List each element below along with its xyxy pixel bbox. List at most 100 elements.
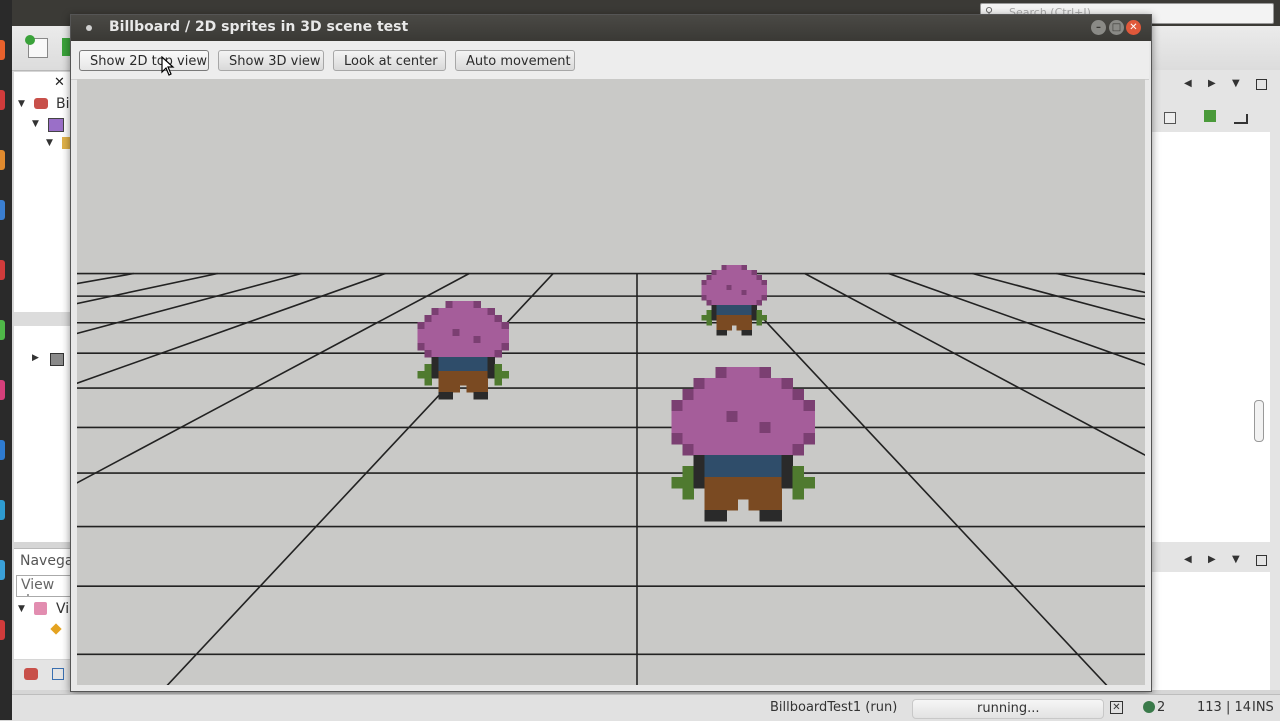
sprite-pixel xyxy=(737,455,749,467)
navigator-item-label[interactable]: Vi xyxy=(56,601,69,617)
sprite-pixel xyxy=(706,290,712,296)
close-icon[interactable]: ✕ xyxy=(54,75,65,90)
sprite-pixel xyxy=(770,389,782,401)
sprite-pixel xyxy=(704,433,716,445)
sprite-pixel xyxy=(741,330,747,336)
maximize-icon[interactable]: □ xyxy=(1109,20,1124,35)
auto-movement-button[interactable]: Auto movement xyxy=(455,50,575,71)
expand-arrow-icon[interactable]: ▼ xyxy=(18,99,25,109)
sprite-pixel xyxy=(746,290,752,296)
sprite-pixel xyxy=(736,265,742,271)
3d-scene-viewport[interactable] xyxy=(77,79,1145,685)
tree-item-label[interactable]: Bi xyxy=(56,96,70,112)
sprite-pixel xyxy=(751,305,757,311)
insert-mode: INS xyxy=(1252,700,1274,715)
sprite-pixel xyxy=(731,265,737,271)
new-file-icon[interactable] xyxy=(25,35,48,58)
sprite-pixel xyxy=(792,389,804,401)
sprite-pixel xyxy=(737,433,749,445)
stop-icon[interactable]: ✕ xyxy=(1110,701,1123,714)
sprite-pixel xyxy=(452,308,460,316)
palette-icon[interactable] xyxy=(24,668,38,680)
sprite-pixel xyxy=(726,275,732,281)
step-icon[interactable] xyxy=(1234,114,1248,124)
scrollbar[interactable] xyxy=(1254,400,1264,442)
sprite-pixel xyxy=(756,320,762,326)
sprite-pixel xyxy=(736,320,742,326)
sprite-pixel xyxy=(737,367,749,379)
show-3d-view-button[interactable]: Show 3D view xyxy=(218,50,324,71)
sprite-pixel xyxy=(704,510,716,522)
app-menu-icon[interactable] xyxy=(86,25,92,31)
sprite-pixel xyxy=(721,320,727,326)
sprite-pixel xyxy=(459,336,467,344)
maximize-icon[interactable] xyxy=(1256,79,1267,90)
sprite-pixel xyxy=(781,466,793,478)
navigator-title[interactable]: Navega xyxy=(20,553,73,569)
sprite-pixel xyxy=(770,411,782,423)
navigator-filter-field[interactable]: View do xyxy=(16,575,72,597)
sprite-pixel xyxy=(459,343,467,351)
sprite-pixel xyxy=(501,371,509,379)
dropdown-icon[interactable]: ▼ xyxy=(1232,554,1240,565)
sprite-pixel xyxy=(751,280,757,286)
square-icon[interactable] xyxy=(1164,112,1176,124)
sprite-pixel xyxy=(803,411,815,423)
expand-arrow-icon[interactable]: ▼ xyxy=(32,119,39,129)
notification-icon[interactable] xyxy=(1143,701,1155,713)
caret-position: 113 | 14 xyxy=(1197,700,1251,715)
sprite-pixel xyxy=(770,378,782,390)
collapse-arrow-icon[interactable]: ▶ xyxy=(32,353,39,363)
expand-arrow-icon[interactable]: ▼ xyxy=(46,138,53,148)
sprite-pixel xyxy=(748,488,760,500)
wrench-icon[interactable] xyxy=(1204,110,1216,122)
sprite-pixel xyxy=(701,290,707,296)
sprite-pixel xyxy=(741,310,747,316)
sprite-pixel xyxy=(736,275,742,281)
launcher-indicator xyxy=(0,620,5,640)
new-project-icon[interactable] xyxy=(62,38,70,56)
sprite-pixel xyxy=(781,477,793,489)
next-icon[interactable]: ▶ xyxy=(1208,554,1216,565)
sprite-pixel xyxy=(759,510,771,522)
sprite-pixel xyxy=(424,378,432,386)
prev-icon[interactable]: ◀ xyxy=(1184,78,1192,89)
sprite-pixel xyxy=(770,455,782,467)
close-icon[interactable]: ✕ xyxy=(1126,20,1141,35)
sprite-pixel xyxy=(736,310,742,316)
sprite-pixel xyxy=(736,280,742,286)
sprite-pixel xyxy=(445,301,453,309)
sprite-pixel xyxy=(424,350,432,358)
sprite-pixel xyxy=(431,322,439,330)
minimize-icon[interactable]: – xyxy=(1091,20,1106,35)
sprite-pixel xyxy=(704,477,716,489)
sprite-pixel xyxy=(487,329,495,337)
expand-arrow-icon[interactable]: ▼ xyxy=(18,604,25,614)
sprite-pixel xyxy=(473,392,481,400)
sprite-pixel xyxy=(741,270,747,276)
window-icon[interactable] xyxy=(52,668,64,680)
sprite-pixel xyxy=(417,322,425,330)
sprite-pixel xyxy=(487,308,495,316)
grid-line xyxy=(972,272,1145,321)
sprite-pixel xyxy=(431,315,439,323)
prev-icon[interactable]: ◀ xyxy=(1184,554,1192,565)
output-area xyxy=(1150,572,1270,690)
sprite-pixel xyxy=(716,310,722,316)
dropdown-icon[interactable]: ▼ xyxy=(1232,78,1240,89)
sprite-pixel xyxy=(706,310,712,316)
sprite-pixel xyxy=(741,320,747,326)
sprite-pixel xyxy=(751,270,757,276)
show-2d-top-view-button[interactable]: Show 2D top view xyxy=(79,50,209,71)
sprite-pixel xyxy=(466,315,474,323)
maximize-icon[interactable] xyxy=(1256,555,1267,566)
sprite-pixel xyxy=(682,488,694,500)
sprite-pixel xyxy=(715,422,727,434)
next-icon[interactable]: ▶ xyxy=(1208,78,1216,89)
sprite-pixel xyxy=(473,371,481,379)
mouse-cursor-icon xyxy=(161,56,175,76)
look-at-center-button[interactable]: Look at center xyxy=(333,50,446,71)
app-title-bar[interactable]: Billboard / 2D sprites in 3D scene test … xyxy=(71,15,1151,41)
sprite-pixel xyxy=(466,357,474,365)
sprite-pixel xyxy=(741,315,747,321)
